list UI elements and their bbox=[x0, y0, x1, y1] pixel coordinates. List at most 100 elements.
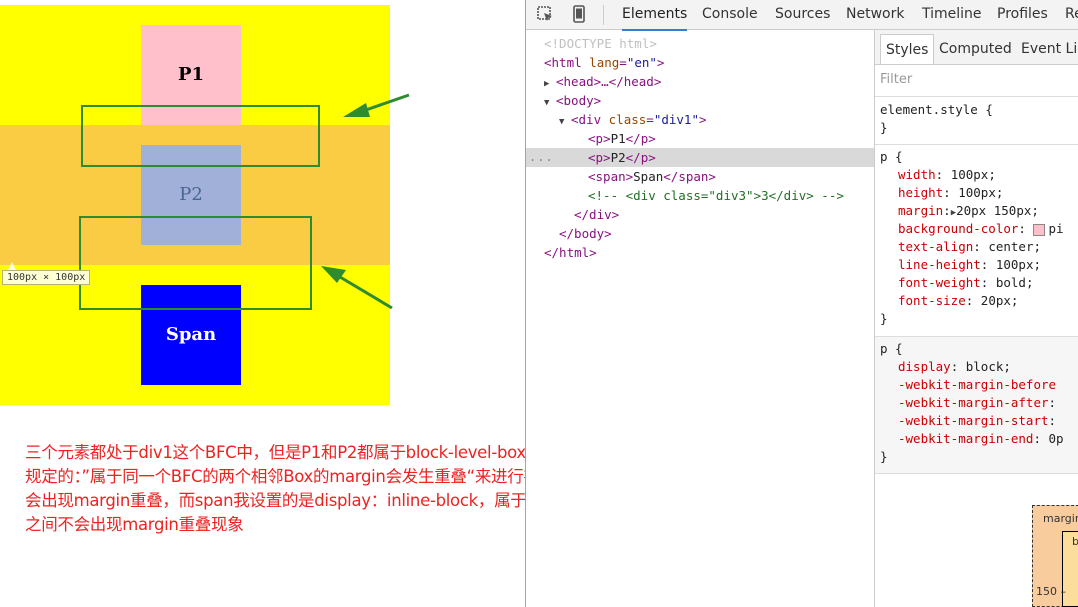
box-model-margin-label: margin bbox=[1043, 512, 1078, 525]
arrow-top bbox=[343, 93, 410, 117]
toolbar-separator bbox=[603, 5, 604, 25]
note-line: 三个元素都处于div1这个BFC中，但是P1和P2都属于block-level-… bbox=[25, 443, 704, 462]
color-swatch-icon[interactable] bbox=[1033, 223, 1046, 236]
tab-timeline[interactable]: Timeline bbox=[922, 0, 982, 29]
tree-node-html[interactable]: <html lang="en"> bbox=[526, 53, 874, 72]
property-name: margin bbox=[898, 203, 944, 218]
rule-close-brace: } bbox=[880, 449, 888, 464]
style-property[interactable]: width: 100px; bbox=[898, 166, 996, 184]
html-tag: html bbox=[551, 55, 582, 70]
p-rule-user-agent: p { display: block; -webkit-margin-befor… bbox=[875, 337, 1078, 474]
html-close-tag: </html> bbox=[544, 245, 597, 260]
tab-network[interactable]: Network bbox=[846, 0, 904, 29]
property-name: font-size bbox=[898, 293, 966, 308]
tree-node-div-close[interactable]: </div> bbox=[526, 205, 874, 224]
tab-styles[interactable]: Styles bbox=[880, 34, 935, 64]
property-name: line-height bbox=[898, 257, 981, 272]
more-icon[interactable]: ... bbox=[529, 148, 554, 167]
property-value: 20px 150px; bbox=[956, 203, 1039, 218]
style-property: -webkit-margin-before bbox=[898, 376, 1056, 394]
body-close-tag: </body> bbox=[559, 226, 612, 241]
margin-value: 150 bbox=[1036, 585, 1057, 598]
p2-text: P2 bbox=[610, 150, 626, 165]
inspect-icon[interactable] bbox=[535, 4, 555, 24]
body-tag: <body> bbox=[556, 93, 602, 108]
element-style-selector[interactable]: element.style { bbox=[880, 101, 993, 119]
property-name: display bbox=[898, 359, 951, 374]
html-attr-value: "en" bbox=[626, 55, 657, 70]
note-line: 会出现margin重叠，而span我设置的是display：inline-blo… bbox=[25, 491, 773, 510]
p-rule-author: p { width: 100px; height: 100px; margin:… bbox=[875, 145, 1078, 337]
tab-event-listeners[interactable]: Event Lis bbox=[1021, 34, 1078, 64]
elements-tree: <!DOCTYPE html> <html lang="en"> ▶ <head>… bbox=[526, 30, 875, 607]
style-property[interactable]: text-align: center; bbox=[898, 238, 1041, 256]
property-name: height bbox=[898, 185, 944, 200]
tab-computed[interactable]: Computed bbox=[939, 34, 1012, 64]
devtools-panel: Elements Console Sources Network Timelin… bbox=[525, 0, 1078, 607]
style-property[interactable]: margin:▶20px 150px; bbox=[898, 202, 1039, 220]
box-model-border-label: b bbox=[1072, 535, 1078, 548]
rule-close-brace: } bbox=[880, 120, 888, 135]
tree-node-body[interactable]: ▼ <body> bbox=[526, 91, 874, 110]
styles-filter-input[interactable]: Filter bbox=[880, 72, 912, 87]
property-name: font-weight bbox=[898, 275, 981, 290]
property-value: 20px; bbox=[980, 293, 1019, 308]
style-property: -webkit-margin-start: bbox=[898, 413, 1057, 428]
tree-node-p1[interactable]: <p>P1</p> bbox=[526, 129, 874, 148]
style-property[interactable]: line-height: 100px; bbox=[898, 256, 1041, 274]
property-value: 100px; bbox=[958, 185, 1004, 200]
style-property[interactable]: height: 100px; bbox=[898, 184, 1003, 202]
tab-console[interactable]: Console bbox=[702, 0, 758, 29]
property-name: -webkit-margin-before bbox=[898, 377, 1057, 392]
devtools-toolbar: Elements Console Sources Network Timelin… bbox=[526, 0, 1078, 31]
html-attr: lang bbox=[589, 55, 620, 70]
rule-close-brace: } bbox=[880, 311, 888, 326]
property-name: width bbox=[898, 167, 936, 182]
property-name: text-align bbox=[898, 239, 974, 254]
rule-selector: p { bbox=[880, 341, 903, 356]
note-line: 之间不会出现margin重叠现象 bbox=[25, 515, 244, 534]
comment-text: <!-- <div class="div3">3</div> --> bbox=[588, 188, 844, 203]
size-tooltip: 100px × 100px bbox=[2, 270, 91, 285]
property-value: 100px; bbox=[995, 257, 1042, 272]
note-line: 规定的：”属于同一个BFC的两个相邻Box的margin会发生重叠“来进行布局，… bbox=[25, 467, 693, 486]
property-value: block; bbox=[965, 359, 1011, 374]
property-name: -webkit-margin-after bbox=[898, 395, 1049, 410]
style-property: display: block; bbox=[898, 359, 1011, 374]
property-name: -webkit-margin-start bbox=[898, 413, 1049, 428]
device-icon[interactable] bbox=[569, 4, 589, 24]
tree-node-html-close[interactable]: </html> bbox=[526, 243, 874, 262]
style-property[interactable]: background-color: pi bbox=[898, 220, 1064, 238]
tab-profiles[interactable]: Profiles bbox=[997, 0, 1048, 29]
property-name: -webkit-margin-end bbox=[898, 431, 1034, 446]
tree-node-p2-selected[interactable]: ... <p>P2</p> bbox=[526, 148, 874, 167]
span-text: Span bbox=[633, 169, 664, 184]
tree-node-doctype[interactable]: <!DOCTYPE html> bbox=[526, 34, 874, 53]
style-property[interactable]: font-size: 20px; bbox=[898, 292, 1018, 310]
element-style-rule: element.style { } bbox=[875, 97, 1078, 145]
arrow-bottom bbox=[321, 266, 393, 310]
tree-node-span[interactable]: <span>Span</span> bbox=[526, 167, 874, 186]
doctype-text: <!DOCTYPE html> bbox=[544, 36, 657, 51]
property-value: pi bbox=[1048, 221, 1064, 236]
box-model-margin-left-value: 150 – bbox=[1036, 585, 1066, 598]
tooltip-pointer bbox=[8, 262, 16, 270]
tab-resources[interactable]: Re bbox=[1065, 0, 1078, 29]
property-value: bold; bbox=[995, 275, 1034, 290]
explanation-note: 三个元素都处于div1这个BFC中，但是P1和P2都属于block-level-… bbox=[25, 441, 773, 537]
tab-elements[interactable]: Elements bbox=[622, 0, 688, 31]
style-property: -webkit-margin-end: 0p bbox=[898, 431, 1064, 446]
property-value: 0p bbox=[1048, 431, 1064, 446]
property-name: background-color bbox=[898, 221, 1019, 236]
tree-node-head[interactable]: ▶ <head>…</head> bbox=[526, 72, 874, 91]
tree-node-comment[interactable]: <!-- <div class="div3">3</div> --> bbox=[526, 186, 874, 205]
tab-sources[interactable]: Sources bbox=[775, 0, 830, 29]
demo-page: P1 P2 Span 100px × 100px 三个元素都处于div1这个BF… bbox=[0, 0, 773, 607]
style-property[interactable]: font-weight: bold; bbox=[898, 274, 1034, 292]
rule-selector[interactable]: p { bbox=[880, 148, 903, 166]
tree-node-body-close[interactable]: </body> bbox=[526, 224, 874, 243]
div-close-tag: </div> bbox=[574, 207, 620, 222]
style-property: -webkit-margin-after: bbox=[898, 395, 1057, 410]
tree-node-div1[interactable]: ▼ <div class="div1"> bbox=[526, 110, 874, 129]
styles-tabs: Styles Computed Event Lis bbox=[875, 30, 1078, 65]
